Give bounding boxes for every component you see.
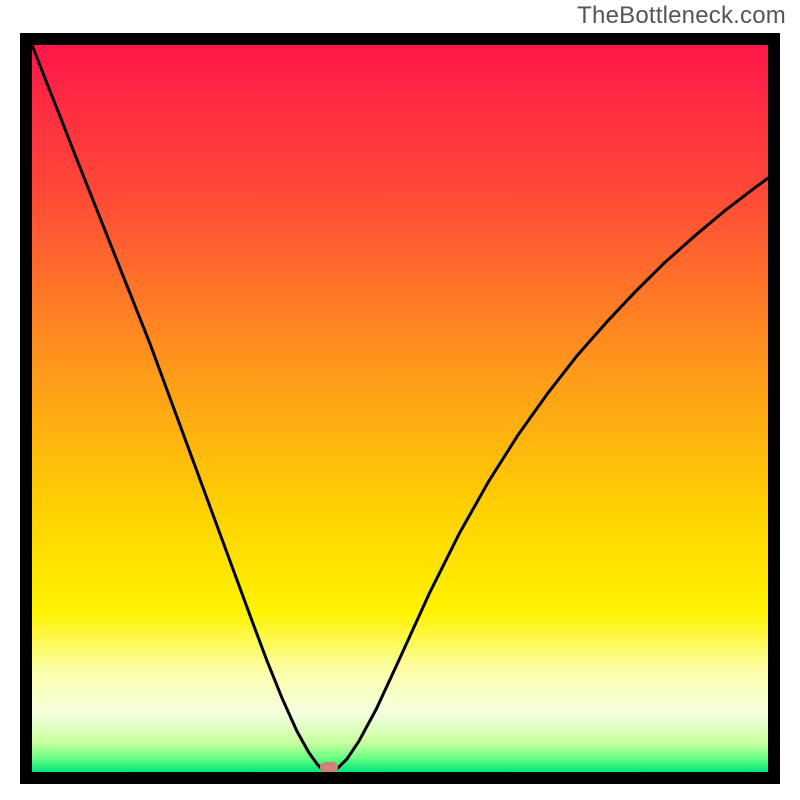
bottleneck-curve bbox=[32, 45, 768, 772]
watermark-text: TheBottleneck.com bbox=[577, 2, 786, 30]
minima-marker bbox=[320, 762, 338, 772]
plot-area bbox=[32, 45, 768, 772]
chart-stage: TheBottleneck.com bbox=[0, 0, 800, 800]
